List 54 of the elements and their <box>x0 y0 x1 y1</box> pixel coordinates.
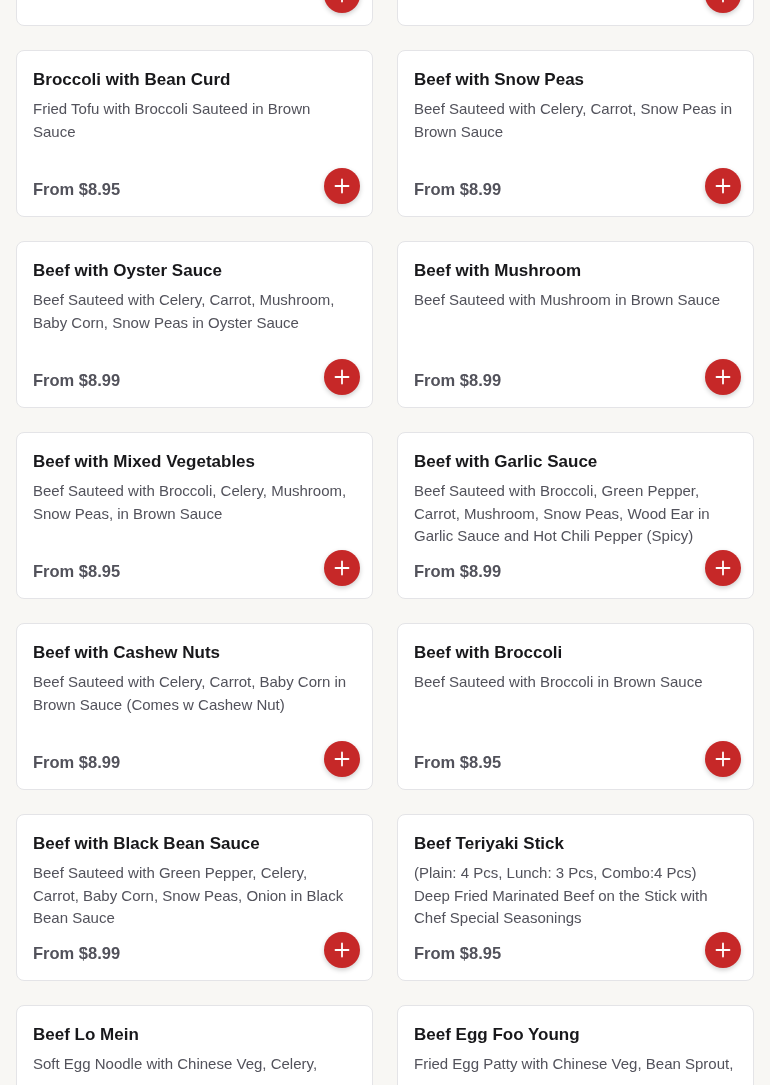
dish-name: Beef Teriyaki Stick <box>414 834 565 854</box>
dish-name: Beef with Black Bean Sauce <box>33 834 261 854</box>
dish-description: Beef Sauteed with Mushroom in Brown Sauce <box>414 290 721 310</box>
plus-icon <box>334 560 350 576</box>
dish-description: Beef Sauteed with Broccoli, Green Pepper, Carrot, Mushroom, Snow Peas, Wood Ear in Garlic Sauce and Hot Chili Pepper (Spicy) <box>414 481 711 546</box>
dish-price: From $8.99 <box>414 180 502 199</box>
add-button[interactable] <box>705 168 741 204</box>
dish-description: Fried Tofu with Broccoli Sauteed in Brown Sauce <box>33 99 312 142</box>
add-button[interactable] <box>324 932 360 968</box>
add-button[interactable] <box>324 168 360 204</box>
dish-name: Beef with Mixed Vegetables <box>33 452 256 472</box>
dish-name: Broccoli with Bean Curd <box>33 70 232 90</box>
dish-name: Beef with Garlic Sauce <box>414 452 599 472</box>
dish-name: Beef with Cashew Nuts <box>33 643 222 663</box>
dish-price: From $8.99 <box>414 371 502 390</box>
dish-description: Beef Sauteed with Broccoli, Celery, Mushroom, Snow Peas, in Brown Sauce <box>33 481 348 524</box>
add-button[interactable] <box>705 550 741 586</box>
plus-icon <box>334 178 350 194</box>
add-button[interactable] <box>705 741 741 777</box>
plus-icon <box>334 369 350 385</box>
dish-name: Beef with Broccoli <box>414 643 564 663</box>
dish-description: Fried Egg Patty with Chinese Veg, Bean Sprout, <box>414 1054 735 1074</box>
plus-icon <box>715 560 731 576</box>
dish-price: From $8.95 <box>33 562 121 581</box>
dish-description: (Plain: 4 Pcs, Lunch: 3 Pcs, Combo:4 Pcs) Deep Fried Marinated Beef on the Stick with Chef Special Seasonings <box>414 863 709 928</box>
plus-icon <box>715 751 731 767</box>
dish-price: From $8.95 <box>414 753 502 772</box>
dish-price: From $8.99 <box>414 562 502 581</box>
dish-description: Beef Sauteed with Celery, Carrot, Snow Peas in Brown Sauce <box>414 99 734 142</box>
dish-description: Soft Egg Noodle with Chinese Veg, Celery, <box>33 1054 319 1074</box>
add-button[interactable] <box>324 741 360 777</box>
dish-name: Beef Lo Mein <box>33 1025 140 1045</box>
plus-icon <box>715 178 731 194</box>
plus-icon <box>334 942 350 958</box>
dish-price: From $8.95 <box>414 944 502 963</box>
plus-icon <box>715 942 731 958</box>
dish-name: Beef with Oyster Sauce <box>33 261 223 281</box>
add-button[interactable] <box>324 550 360 586</box>
dish-price: From $8.99 <box>33 944 121 963</box>
dish-name: Beef with Snow Peas <box>414 70 586 90</box>
add-button[interactable] <box>705 359 741 395</box>
dish-description: Beef Sauteed with Celery, Carrot, Baby Corn in Brown Sauce (Comes w Cashew Nut) <box>33 672 348 715</box>
dish-description: Beef Sauteed with Broccoli in Brown Sauce <box>414 672 704 692</box>
add-button[interactable] <box>324 359 360 395</box>
dish-name: Beef with Mushroom <box>414 261 583 281</box>
dish-name: Beef Egg Foo Young <box>414 1025 581 1045</box>
add-button[interactable] <box>705 932 741 968</box>
plus-icon <box>334 751 350 767</box>
plus-icon <box>715 369 731 385</box>
dish-price: From $8.99 <box>33 753 121 772</box>
dish-description: Beef Sauteed with Celery, Carrot, Mushroom, Baby Corn, Snow Peas in Oyster Sauce <box>33 290 336 333</box>
dish-price: From $8.99 <box>33 371 121 390</box>
dish-description: Beef Sauteed with Green Pepper, Celery, Carrot, Baby Corn, Snow Peas, Onion in Black Bean Sauce <box>33 863 345 928</box>
dish-price: From $8.95 <box>33 180 121 199</box>
